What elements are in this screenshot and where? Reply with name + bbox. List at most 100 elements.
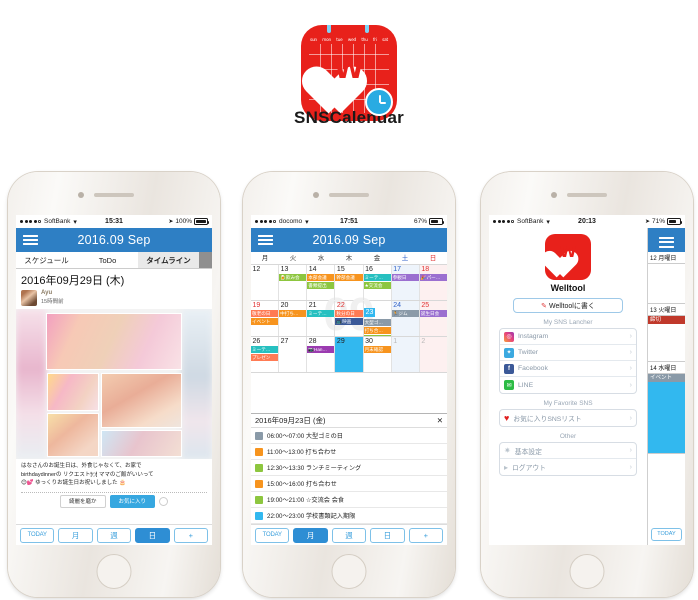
calendar-day-cell[interactable]: 19 敬老の日 イベント — [251, 301, 280, 336]
sidebar-item-line[interactable]: ✉ LINE › — [500, 377, 636, 393]
calendar-event-chip[interactable]: ミーテ… — [251, 346, 279, 353]
post-action-more-icon[interactable] — [159, 496, 169, 506]
hamburger-icon[interactable] — [23, 234, 38, 246]
event-list: 06:00〜07:00 大型ゴミの日 11:00〜13:00 打ち合わせ 12:30… — [251, 428, 447, 524]
sidebar-item-settings[interactable]: ✷ 基本設定 › — [500, 443, 636, 459]
tab-scroll-indicator[interactable] — [199, 252, 212, 268]
calendar-day-cell[interactable]: 29 — [335, 337, 364, 372]
bottom-toolbar: TODAY 月 週 日 + — [251, 524, 447, 545]
calendar-day-cell[interactable]: 1 — [391, 337, 420, 372]
calendar-event-chip[interactable]: プレゼン — [251, 353, 279, 361]
add-event-button[interactable]: + — [408, 527, 444, 543]
calendar-day-cell[interactable]: 20 中打ち… — [279, 301, 308, 336]
sidebar-item-facebook[interactable]: f Facebook › — [500, 361, 636, 377]
calendar-event-chip[interactable]: 参観日 — [391, 274, 419, 281]
tab-schedule[interactable]: スケジュール — [16, 252, 77, 268]
peek-event-chip[interactable]: イベント — [648, 374, 685, 382]
day-view-button[interactable]: 日 — [370, 527, 405, 543]
tab-timeline[interactable]: タイムライン — [138, 252, 199, 268]
calendar-day-cell[interactable]: 14 本部会議 書類提出 — [307, 265, 336, 300]
calendar-event-chip[interactable]: 📺映画 — [335, 317, 363, 325]
calendar-event-chip[interactable]: 本部会議 — [307, 274, 335, 281]
calendar-day-cell[interactable]: 13 🍺飲み会 — [279, 265, 308, 300]
today-button[interactable]: TODAY — [255, 527, 290, 543]
calendar-event-chip[interactable]: 秋分の日 — [335, 310, 363, 317]
post-action-right[interactable]: お気に入り — [109, 494, 156, 508]
hamburger-icon[interactable] — [258, 234, 273, 246]
sidebar-item-logout[interactable]: ▸ ログアウト › — [500, 459, 636, 475]
calendar-event-chip[interactable]: 月末確認 — [363, 346, 391, 353]
sidebar-item-favorite-list[interactable]: ♥ お気に入りSNSリスト › — [500, 410, 636, 426]
calendar-day-cell[interactable]: 25 誕生日会 — [419, 301, 447, 336]
calendar-peek-drawer[interactable]: 12 月曜日 13 火曜日 締切 14 水曜日 イベント TODAY — [647, 228, 685, 545]
home-button[interactable] — [96, 554, 132, 589]
calendar-day-number: 14 — [308, 266, 317, 273]
calendar-day-cell[interactable]: 28 📷Han… — [307, 337, 336, 372]
calendar-event-chip[interactable]: 中打ち… — [279, 310, 307, 317]
hamburger-icon[interactable] — [659, 237, 674, 248]
calendar-event-chip[interactable]: 書類提出 — [307, 281, 335, 289]
calendar-grid[interactable]: 09 1213🍺飲み会14本部会議書類提出15幹部会議16ミーテ…★交流会17参… — [251, 265, 447, 373]
event-list-item[interactable]: 06:00〜07:00 大型ゴミの日 — [251, 428, 447, 444]
calendar-day-cell[interactable]: 23大型ゴ…打ち合…ランチ…打ち合… — [363, 301, 392, 336]
calendar-event-chip[interactable]: 幹部会議 — [335, 274, 363, 281]
calendar-day-number: 22 — [336, 302, 345, 309]
calendar-day-cell[interactable]: 24 🏃ジム — [391, 301, 420, 336]
calendar-event-chip[interactable]: ミーテ… — [363, 274, 391, 281]
calendar-day-cell[interactable]: 2 — [419, 337, 447, 372]
calendar-day-number: 30 — [365, 338, 373, 345]
avatar[interactable] — [21, 290, 37, 306]
home-button[interactable] — [331, 554, 367, 589]
event-list-item[interactable]: 22:00〜23:00 学校書類記入期限 — [251, 508, 447, 524]
month-view-button[interactable]: 月 — [293, 527, 328, 543]
event-label: 06:00〜07:00 大型ゴミの日 — [267, 433, 343, 440]
week-view-button[interactable]: 週 — [331, 527, 367, 543]
calendar-day-cell[interactable]: 22 秋分の日 📺映画 — [335, 301, 364, 336]
calendar-event-chip[interactable]: イベント — [251, 317, 279, 325]
calendar-event-chip[interactable]: 打ち合… — [363, 326, 391, 334]
peek-event-chip[interactable]: 締切 — [648, 316, 685, 324]
home-button[interactable] — [569, 554, 605, 589]
calendar-day-cell[interactable]: 15 幹部会議 — [335, 265, 364, 300]
post-photo-collage[interactable] — [16, 309, 212, 459]
calendar-event-chip[interactable]: 敬老の日 — [251, 310, 279, 317]
calendar-event-chip[interactable]: 📷Han… — [307, 346, 335, 353]
calendar-day-cell[interactable]: 16 ミーテ… ★交流会 — [363, 265, 392, 300]
peek-day-block[interactable]: 13 火曜日 締切 — [648, 304, 685, 362]
calendar-event-chip[interactable]: 大型ゴ… — [363, 319, 391, 326]
peek-day-block[interactable]: 12 月曜日 — [648, 252, 685, 304]
today-button[interactable]: TODAY — [651, 528, 682, 541]
event-list-item[interactable]: 15:00〜16:00 打ち合わせ — [251, 476, 447, 492]
calendar-event-chip[interactable]: 🏃ジム — [391, 310, 419, 317]
chevron-right-icon: › — [629, 365, 632, 372]
calendar-event-chip[interactable]: ランチ… — [363, 334, 391, 336]
event-list-item[interactable]: 12:30〜13:30 ランチミーティング — [251, 460, 447, 476]
calendar-day-cell[interactable]: 30 月末確認 — [363, 337, 392, 372]
post-action-left[interactable]: 綺麗を磨か — [59, 494, 106, 508]
week-view-button[interactable]: 週 — [96, 527, 132, 543]
write-to-welltool-button[interactable]: ✎ Welltoolに書く — [513, 298, 623, 313]
event-list-item[interactable]: 11:00〜13:00 打ち合わせ — [251, 444, 447, 460]
sidebar-item-instagram[interactable]: ◎ Instagram › — [500, 329, 636, 345]
add-event-button[interactable]: + — [173, 527, 209, 543]
month-view-button[interactable]: 月 — [58, 527, 93, 543]
sidebar-item-twitter[interactable]: ✦ Twitter › — [500, 345, 636, 361]
day-view-button[interactable]: 日 — [135, 527, 170, 543]
calendar-event-chip[interactable]: 誕生日会 — [419, 310, 447, 317]
calendar-day-cell[interactable]: 17 参観日 — [391, 265, 420, 300]
calendar-day-cell[interactable]: 18 🎉パー… — [419, 265, 447, 300]
calendar-event-chip[interactable]: ★交流会 — [363, 281, 391, 289]
event-list-item[interactable]: 19:00〜21:00 ☆交流会 会食 — [251, 492, 447, 508]
phone-3-screen: SoftBank ▾ 20:13 ➤ 71% W Welltool ✎ Well… — [489, 215, 685, 545]
calendar-event-chip[interactable]: 🍺飲み会 — [279, 274, 307, 281]
close-icon[interactable]: ✕ — [437, 416, 443, 425]
calendar-day-cell[interactable]: 27 — [279, 337, 308, 372]
today-button[interactable]: TODAY — [20, 527, 55, 543]
calendar-event-chip[interactable]: 🎉パー… — [419, 274, 447, 281]
calendar-day-cell[interactable]: 26 ミーテ… プレゼン — [251, 337, 280, 372]
calendar-day-cell[interactable]: 21 ミーテ… — [307, 301, 336, 336]
peek-day-block[interactable]: 14 水曜日 イベント — [648, 362, 685, 454]
calendar-day-cell[interactable]: 12 — [251, 265, 280, 300]
calendar-event-chip[interactable]: ミーテ… — [307, 310, 335, 317]
tab-todo[interactable]: ToDo — [77, 252, 138, 268]
